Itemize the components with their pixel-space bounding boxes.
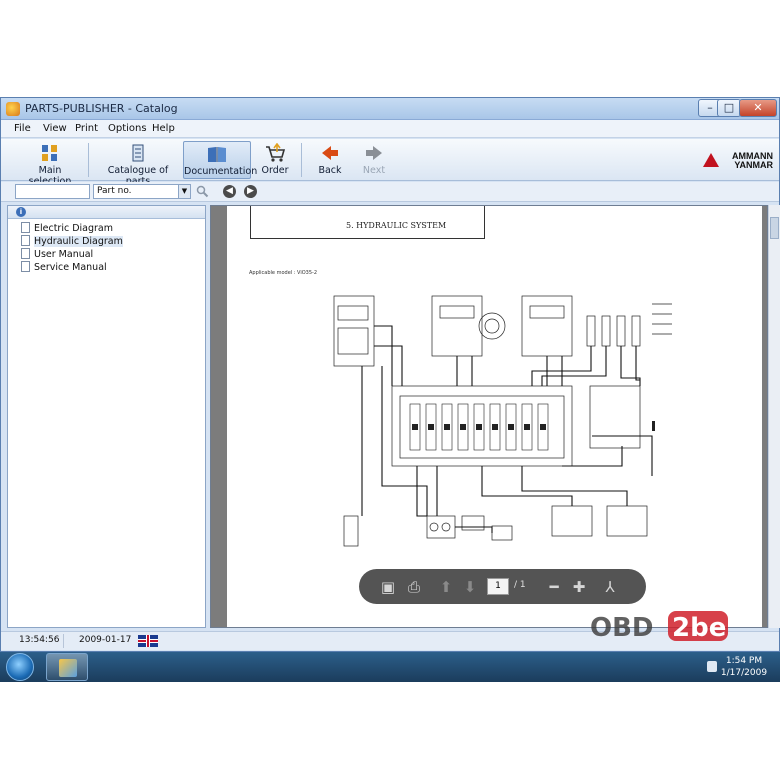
menu-bar: File View Print Options Help: [1, 120, 779, 138]
order-button[interactable]: Order: [255, 141, 295, 179]
next-button[interactable]: Next: [357, 141, 391, 179]
page-up-icon[interactable]: ⬆: [437, 578, 455, 596]
back-button[interactable]: Back: [313, 141, 347, 179]
status-date: 2009-01-17: [79, 635, 132, 645]
tree-item-label: User Manual: [34, 249, 94, 260]
document-icon: [21, 235, 30, 246]
pdf-viewer[interactable]: 5. HYDRAULIC SYSTEM Applicable model : V…: [210, 205, 768, 628]
document-icon: [21, 261, 30, 272]
pdf-floating-toolbar: ▣ ⎙ ⬆ ⬇ 1 / 1 ━ ✚ ⅄: [359, 569, 646, 604]
pdf-page: 5. HYDRAULIC SYSTEM Applicable model : V…: [227, 206, 762, 627]
search-type-select[interactable]: Part no. ▼: [93, 184, 191, 199]
hydraulic-diagram: [333, 295, 672, 547]
search-icon[interactable]: [196, 185, 209, 198]
documentation-button[interactable]: Documentation: [183, 141, 257, 179]
document-icon: [21, 222, 30, 233]
start-button[interactable]: [3, 652, 37, 682]
cart-icon: [266, 143, 286, 162]
chevron-down-icon[interactable]: ▼: [178, 185, 190, 198]
save-icon[interactable]: ▣: [379, 578, 397, 596]
menu-options[interactable]: Options: [108, 123, 147, 134]
menu-file[interactable]: File: [14, 123, 31, 134]
documentation-label: Documentation: [184, 166, 258, 177]
tree-item-label: Service Manual: [34, 262, 107, 273]
taskbar-app-parts-publisher[interactable]: [46, 653, 88, 681]
clock-time: 1:54 PM: [725, 656, 763, 666]
order-label: Order: [261, 165, 289, 176]
toolbar-separator: [88, 143, 89, 177]
maximize-button[interactable]: □: [717, 99, 741, 117]
document-tree-panel: i Electric Diagram Hydraulic Diagram Use…: [7, 205, 206, 628]
app-window: PARTS-PUBLISHER - Catalog – □ ✕ File Vie…: [0, 97, 780, 652]
page-number-input[interactable]: 1: [487, 578, 509, 595]
back-arrow-icon: [322, 146, 338, 160]
info-icon[interactable]: i: [16, 207, 26, 217]
menu-help[interactable]: Help: [152, 123, 175, 134]
watermark-part2: 2be: [672, 613, 726, 643]
watermark-part1: OBD: [590, 613, 654, 643]
scrollbar-thumb[interactable]: [770, 217, 779, 239]
vertical-scrollbar[interactable]: [768, 205, 780, 628]
page-down-icon[interactable]: ⬇: [461, 578, 479, 596]
tree-item[interactable]: User Manual: [21, 248, 93, 261]
tree-item[interactable]: Service Manual: [21, 261, 107, 274]
next-arrow-icon: [366, 146, 382, 160]
title-bar[interactable]: PARTS-PUBLISHER - Catalog – □ ✕: [1, 98, 779, 120]
menu-view[interactable]: View: [43, 123, 67, 134]
section-title: 5. HYDRAULIC SYSTEM: [346, 221, 447, 230]
tree-item[interactable]: Electric Diagram: [21, 222, 113, 235]
zoom-out-icon[interactable]: ━: [545, 578, 563, 596]
toolbar: Main selection Catalogue of parts Docume…: [1, 139, 779, 187]
search-type-value: Part no.: [97, 186, 132, 196]
windows-orb-icon: [6, 653, 34, 681]
document-icon: [21, 248, 30, 259]
brand-line2: YANMAR: [734, 160, 773, 170]
taskbar: 1:54 PM 1/17/2009: [0, 652, 780, 682]
catalogue-button[interactable]: Catalogue of parts: [97, 141, 179, 187]
app-icon: [6, 102, 20, 116]
clock-date: 1/17/2009: [720, 668, 768, 678]
back-label: Back: [318, 165, 342, 176]
book-icon: [208, 147, 226, 162]
catalogue-icon: [132, 144, 144, 162]
ammann-yanmar-logo: AMMANN YANMAR: [703, 151, 773, 171]
zoom-in-icon[interactable]: ✚: [570, 578, 588, 596]
acrobat-icon[interactable]: ⅄: [601, 578, 619, 596]
main-selection-button[interactable]: Main selection: [17, 141, 83, 187]
search-bar: Part no. ▼ ◀ ▶: [1, 182, 779, 202]
search-input[interactable]: [15, 184, 90, 199]
previous-result-icon[interactable]: ◀: [223, 185, 236, 198]
main-selection-icon: [42, 145, 57, 161]
close-button[interactable]: ✕: [739, 99, 777, 117]
parts-publisher-icon: [59, 659, 77, 677]
menu-print[interactable]: Print: [75, 123, 98, 134]
tree-item-label: Hydraulic Diagram: [34, 236, 123, 247]
toolbar-separator: [301, 143, 302, 177]
tree-item-label: Electric Diagram: [34, 223, 114, 234]
status-separator: [63, 634, 64, 648]
uk-flag-icon: [138, 635, 158, 647]
next-result-icon[interactable]: ▶: [244, 185, 257, 198]
brand-triangle-icon: [703, 153, 719, 167]
window-title: PARTS-PUBLISHER - Catalog: [25, 102, 178, 115]
system-clock[interactable]: 1:54 PM 1/17/2009: [712, 655, 776, 679]
tree-header: i: [8, 206, 205, 219]
section-title-box: 5. HYDRAULIC SYSTEM: [250, 206, 485, 239]
applicable-model: Applicable model : ViO35-2: [249, 270, 318, 276]
page-total: / 1: [514, 580, 526, 590]
tree-item[interactable]: Hydraulic Diagram: [21, 235, 123, 248]
print-icon[interactable]: ⎙: [405, 578, 423, 596]
status-time: 13:54:56: [19, 635, 60, 645]
next-label: Next: [362, 165, 386, 176]
obd2be-watermark: OBD 2be: [590, 611, 728, 643]
